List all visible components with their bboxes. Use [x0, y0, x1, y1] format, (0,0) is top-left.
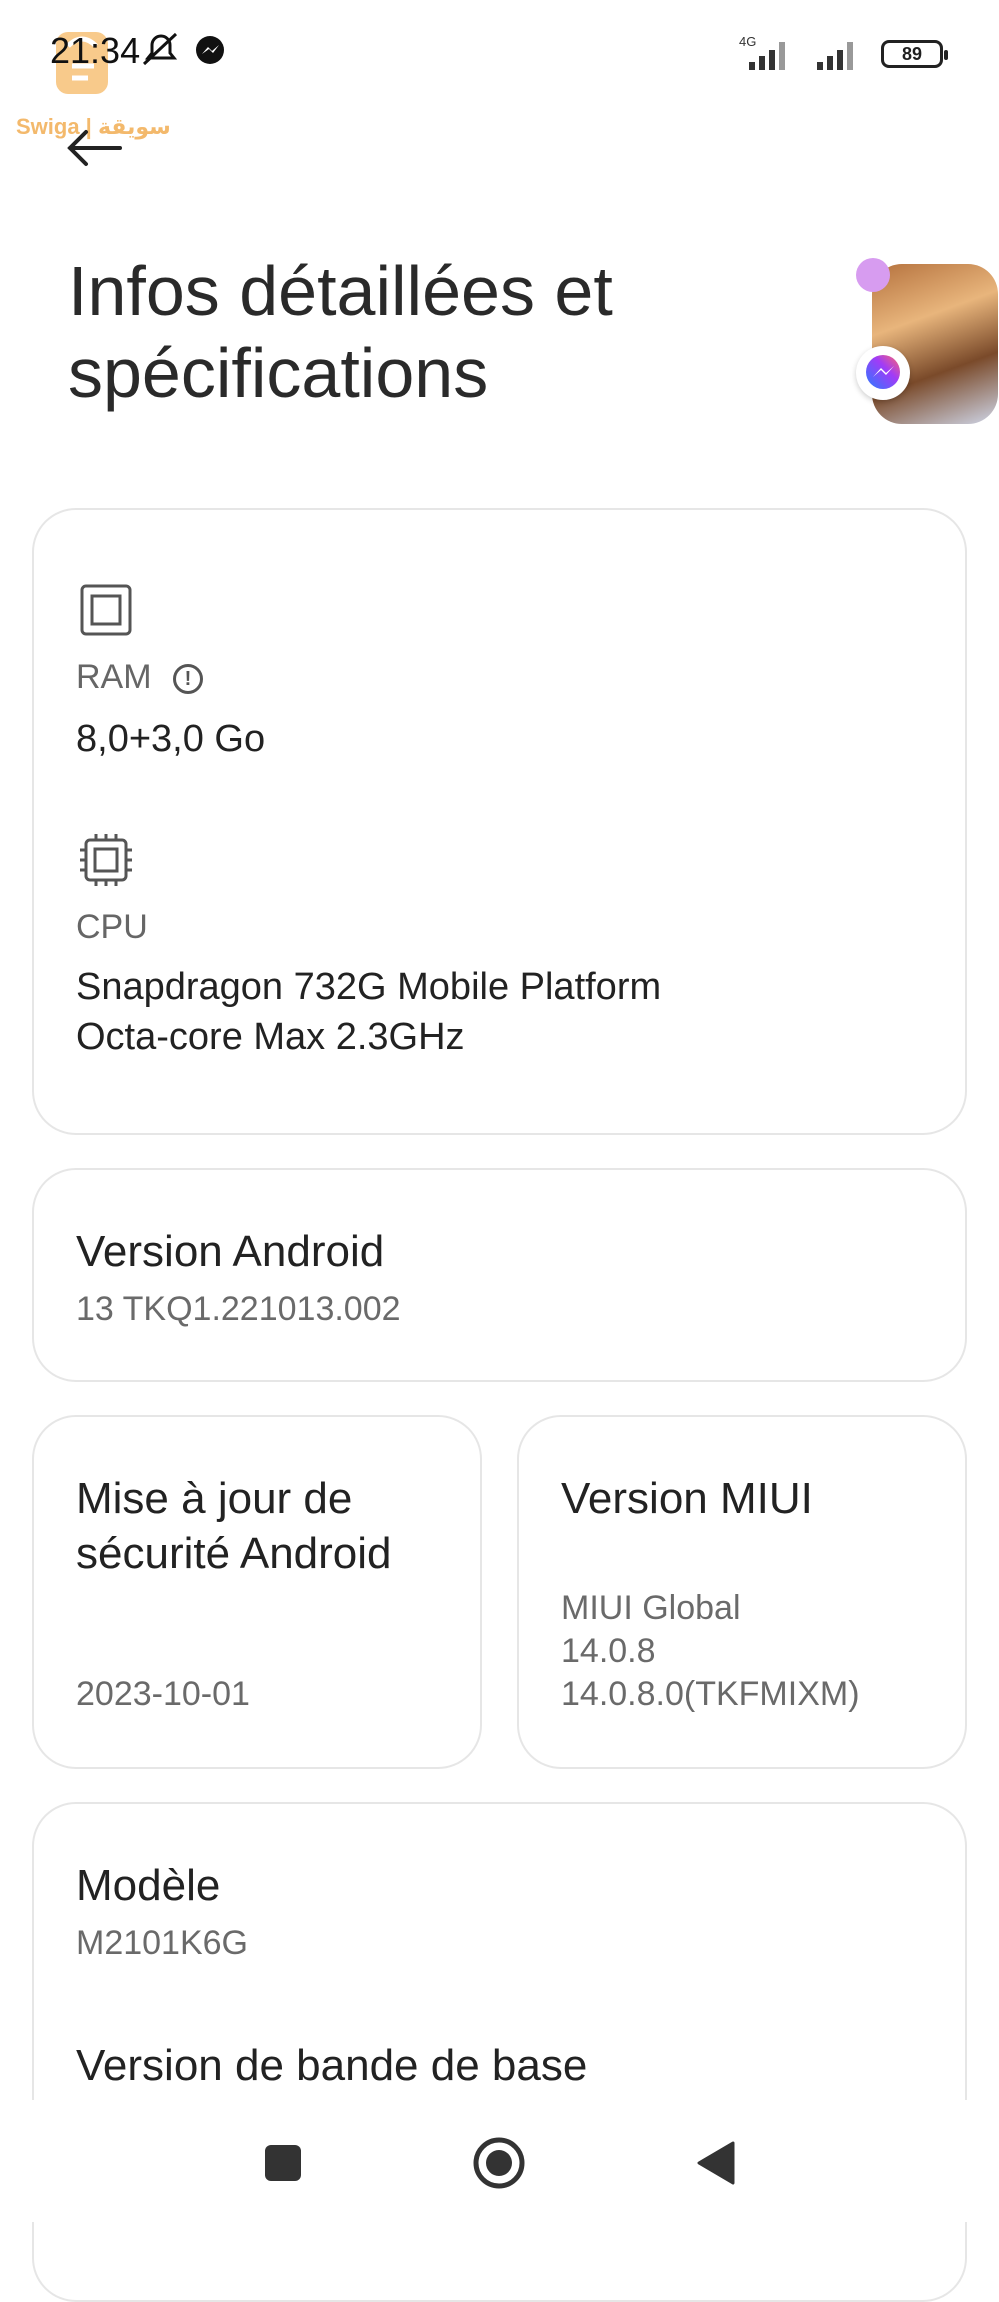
security-update-title-line1: Mise à jour de [76, 1474, 353, 1523]
signal-icon [817, 42, 853, 70]
cpu-label: CPU [76, 908, 148, 946]
messenger-chat-head[interactable] [856, 258, 998, 428]
page-title: Infos détaillées et spécifications [68, 252, 613, 412]
status-right-icons: 4G 89 [735, 34, 948, 74]
battery-level: 89 [901, 43, 923, 64]
chat-head-badge [856, 258, 890, 292]
back-button[interactable] [64, 128, 144, 188]
miui-version-title: Version MIUI [561, 1474, 813, 1523]
miui-version-card[interactable]: Version MIUI MIUI Global 14.0.8 14.0.8.0… [517, 1415, 967, 1769]
back-arrow-icon [67, 130, 122, 166]
info-icon[interactable]: ! [173, 664, 204, 695]
android-version-card[interactable]: Version Android 13 TKQ1.221013.002 [32, 1168, 967, 1382]
baseband-version-title: Version de bande de base [76, 2041, 588, 2090]
model-title: Modèle [76, 1861, 221, 1910]
status-time: 21:34 [50, 30, 141, 71]
status-notification-icons [142, 30, 232, 75]
messenger-logo-icon [856, 346, 910, 400]
navigation-bar [0, 2100, 999, 2222]
svg-text:4G: 4G [739, 34, 756, 49]
android-version-title: Version Android [76, 1227, 385, 1276]
cpu-value-line2: Octa-core Max 2.3GHz [76, 1016, 465, 1058]
messenger-status-icon [196, 36, 224, 64]
ram-label: RAM ! [76, 658, 204, 697]
home-button[interactable] [464, 2128, 534, 2198]
home-circle-icon [473, 2137, 525, 2189]
status-bar: Swiga | سويقة 21:34 4G 89 [0, 0, 999, 139]
model-value: M2101K6G [76, 1924, 248, 1962]
square-icon [265, 2145, 301, 2181]
muted-bell-icon [142, 32, 178, 66]
cpu-chip-icon [78, 832, 134, 888]
signal-4g-icon: 4G [739, 34, 785, 70]
back-nav-button[interactable] [680, 2128, 750, 2198]
android-version-value: 13 TKQ1.221013.002 [76, 1290, 401, 1328]
ram-chip-icon [78, 582, 134, 638]
back-triangle-icon [697, 2141, 735, 2185]
recent-apps-button[interactable] [248, 2128, 318, 2198]
model-card: Modèle M2101K6G Version de bande de base [32, 1802, 967, 2302]
hardware-specs-card: RAM ! 8,0+3,0 Go CPU Snapdragon 732G Mob… [32, 508, 967, 1135]
miui-version-line3: 14.0.8.0(TKFMIXM) [561, 1675, 860, 1713]
miui-version-line1: MIUI Global [561, 1589, 741, 1627]
security-update-title-line2: sécurité Android [76, 1529, 392, 1578]
security-update-value: 2023-10-01 [76, 1675, 250, 1713]
security-update-card[interactable]: Mise à jour de sécurité Android 2023-10-… [32, 1415, 482, 1769]
ram-value: 8,0+3,0 Go [76, 718, 266, 760]
battery-icon: 89 [881, 40, 948, 68]
cpu-value-line1: Snapdragon 732G Mobile Platform [76, 966, 662, 1008]
miui-version-line2: 14.0.8 [561, 1632, 656, 1670]
